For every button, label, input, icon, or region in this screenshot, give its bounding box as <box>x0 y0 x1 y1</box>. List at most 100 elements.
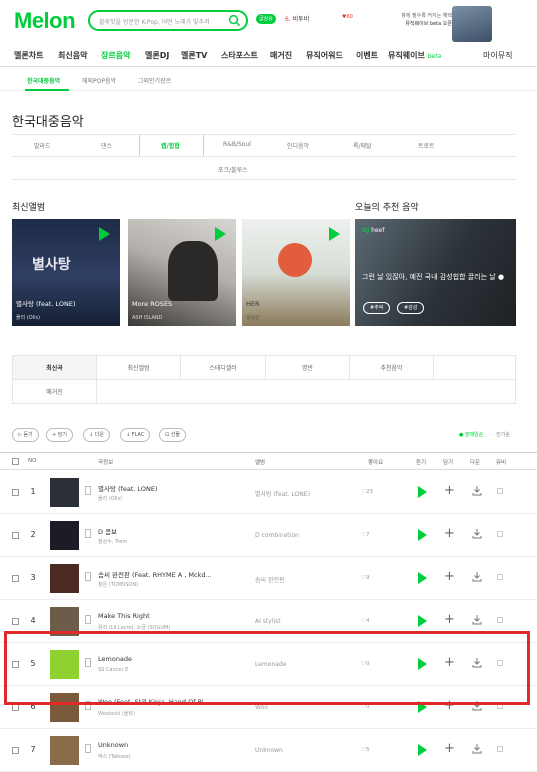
info-icon[interactable] <box>85 529 91 538</box>
promo-text[interactable]: 항에 필수록 커지는 혜택 뮤직웨이브 beta 오픈 <box>372 12 452 28</box>
play-icon[interactable] <box>215 227 226 241</box>
album-artist[interactable]: 플리 (Olls) <box>16 314 40 321</box>
subnav-korean[interactable]: 한국대중음악 <box>27 76 60 85</box>
nav-wave[interactable]: 뮤직웨이브 beta <box>388 50 441 61</box>
album-thumbnail[interactable] <box>50 521 79 550</box>
tab-recommend[interactable]: 추천음악 <box>349 355 434 380</box>
add-icon[interactable]: + <box>444 613 455 626</box>
nav-award[interactable]: 뮤직어워드 <box>306 50 343 61</box>
album-artist[interactable]: 김승민 <box>246 314 260 321</box>
play-icon[interactable] <box>418 744 427 756</box>
nav-dj[interactable]: 멜론DJ <box>145 50 169 61</box>
mv-icon[interactable] <box>497 746 503 753</box>
genre-ballad[interactable]: 발라드 <box>34 141 51 150</box>
table-row[interactable]: 1 별사탕 (feat. LONE) 플리 (Olls) 별사탕 (feat. LON… <box>0 471 537 514</box>
recommend-tag-2[interactable]: #감성 <box>397 302 425 314</box>
add-icon[interactable]: + <box>444 484 455 497</box>
album-thumbnail[interactable] <box>50 478 79 507</box>
genre-rnb[interactable]: R&B/Soul <box>223 141 251 148</box>
song-album[interactable]: Unknown <box>255 747 283 754</box>
play-icon[interactable] <box>418 572 427 584</box>
song-album[interactable]: AI stylist <box>255 618 281 625</box>
tab-classic[interactable]: 명반 <box>265 355 350 380</box>
row-checkbox[interactable] <box>12 747 19 754</box>
like-button[interactable]: ♡7 <box>361 532 369 538</box>
tab-latest-songs[interactable]: 최신곡 <box>12 355 97 380</box>
promo-image[interactable] <box>452 6 492 42</box>
row-checkbox[interactable] <box>12 532 19 539</box>
song-title[interactable]: 별사탕 (feat. LONE) <box>98 483 248 493</box>
song-title[interactable]: D 콤보 <box>98 526 248 536</box>
song-title[interactable]: Make This Right <box>98 612 248 620</box>
play-icon[interactable] <box>329 227 340 241</box>
play-icon[interactable] <box>418 615 427 627</box>
like-button[interactable]: ♡5 <box>361 747 369 753</box>
recommend-tag-1[interactable]: #추억 <box>363 302 391 314</box>
info-icon[interactable] <box>85 615 91 624</box>
sort-release[interactable]: ● 발매일순 <box>459 431 483 438</box>
song-album[interactable]: 솜씨 완전판 <box>255 575 285 584</box>
select-all-checkbox[interactable] <box>12 458 19 465</box>
song-artist[interactable]: Woolocki (울락) <box>98 710 248 717</box>
song-album[interactable]: D combination <box>255 532 299 539</box>
play-icon[interactable] <box>418 529 427 541</box>
album-title[interactable]: HER <box>246 300 260 308</box>
tab-magazine[interactable]: 매거진 <box>12 379 97 404</box>
add-icon[interactable]: + <box>444 527 455 540</box>
info-icon[interactable] <box>85 572 91 581</box>
info-icon[interactable] <box>85 744 91 753</box>
trending-keyword[interactable]: 6. 비투비 <box>285 14 309 23</box>
album-card-3[interactable]: HER 김승민 <box>242 219 350 326</box>
nav-genre[interactable]: 장르음악 <box>101 50 130 61</box>
song-artist[interactable]: 플리 (Olls) <box>98 495 248 502</box>
flac-button[interactable]: ↓ FLAC <box>120 428 151 442</box>
nav-mymusic[interactable]: 마이뮤직 <box>483 50 512 61</box>
listen-button[interactable]: ▷ 듣기 <box>12 428 39 442</box>
genre-folk[interactable]: 포크/블루스 <box>218 165 248 174</box>
song-album[interactable]: 별사탕 (feat. LONE) <box>255 489 310 498</box>
album-title[interactable]: More ROSES <box>132 300 172 308</box>
download-icon[interactable] <box>472 614 482 625</box>
genre-dance[interactable]: 댄스 <box>101 141 112 150</box>
nav-tv[interactable]: 멜론TV <box>181 50 207 61</box>
like-button[interactable]: ♡9 <box>361 575 369 581</box>
recommend-text[interactable]: 그런 날 있잖아, 예전 국내 감성힙합 끌리는 날 ● <box>362 272 512 283</box>
album-thumbnail[interactable] <box>50 564 79 593</box>
sort-popular[interactable]: · 인기순 <box>493 431 510 438</box>
nav-event[interactable]: 이벤트 <box>356 50 378 61</box>
nav-magazine[interactable]: 매거진 <box>270 50 292 61</box>
album-title[interactable]: 별사탕 (feat. LONE) <box>16 298 76 308</box>
like-button[interactable]: ♡4 <box>361 618 369 624</box>
search-icon[interactable] <box>228 14 241 27</box>
album-card-2[interactable]: More ROSES ASH ISLAND <box>128 219 236 326</box>
add-icon[interactable]: + <box>444 742 455 755</box>
notification-count[interactable]: ♥60 <box>342 14 353 20</box>
recommend-card[interactable]: DJ heef 그런 날 있잖아, 예전 국내 감성힙합 끌리는 날 ● #추억… <box>355 219 516 326</box>
melon-logo[interactable]: Melon <box>14 8 76 34</box>
song-album[interactable]: Woo <box>255 704 268 711</box>
mv-icon[interactable] <box>497 574 503 581</box>
add-icon[interactable]: + <box>444 570 455 583</box>
mv-icon[interactable] <box>497 531 503 538</box>
mv-icon[interactable] <box>497 488 503 495</box>
song-artist[interactable]: 박스 (Talksox) <box>98 753 248 760</box>
tab-steady[interactable]: 스테디셀러 <box>180 355 266 380</box>
search-input[interactable]: 블루핫을 방문한 K-Pop, 어떤 노래가 빛추려 <box>88 10 248 31</box>
album-card-1[interactable]: 별사탕 별사탕 (feat. LONE) 플리 (Olls) <box>12 219 120 326</box>
play-icon[interactable] <box>418 486 427 498</box>
song-artist[interactable]: 창은 (TOMSSON) <box>98 581 248 588</box>
info-icon[interactable] <box>85 486 91 495</box>
download-icon[interactable] <box>472 743 482 754</box>
song-artist[interactable]: 뮤직 (Lil Lacre), 소금 (SOGUM) <box>98 624 248 631</box>
download-icon[interactable] <box>472 485 482 496</box>
nav-starpost[interactable]: 스타포스트 <box>221 50 258 61</box>
download-icon[interactable] <box>472 528 482 539</box>
row-checkbox[interactable] <box>12 618 19 625</box>
table-row[interactable]: 2 D 콤보 정상수, Trem D combination ♡7 + <box>0 514 537 557</box>
album-artist[interactable]: ASH ISLAND <box>132 315 163 321</box>
song-title[interactable]: 솜씨 완전판 (Feat. RHYME A , Mckd... <box>98 569 248 579</box>
nav-chart[interactable]: 멜론차트 <box>14 50 43 61</box>
nav-latest[interactable]: 최신음악 <box>58 50 87 61</box>
genre-indie[interactable]: 인디음악 <box>287 141 309 150</box>
play-icon[interactable] <box>99 227 110 241</box>
